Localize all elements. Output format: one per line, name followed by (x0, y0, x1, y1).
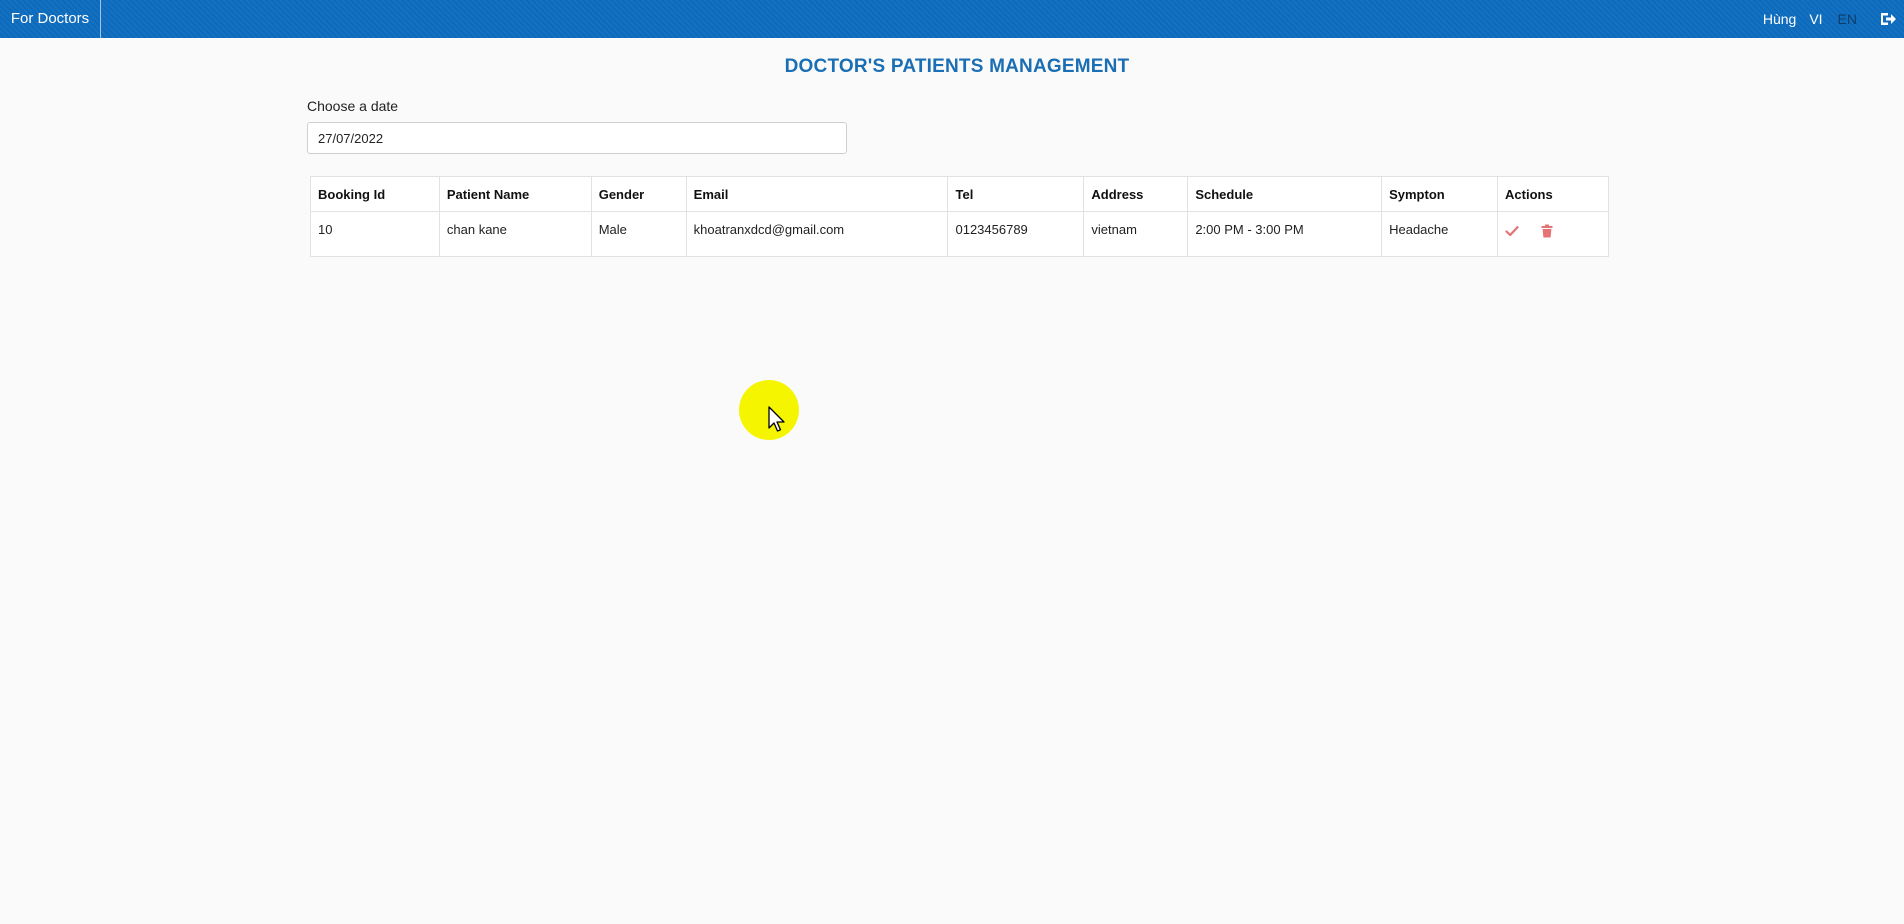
username: Hùng (1762, 11, 1797, 27)
mouse-pointer-icon (768, 406, 785, 432)
patients-table: Booking Id Patient Name Gender Email Tel… (310, 176, 1609, 257)
header-tel: Tel (947, 176, 1085, 212)
cell-email: khoatranxdcd@gmail.com (685, 211, 949, 257)
header-patient-name: Patient Name (438, 176, 592, 212)
header-address: Address (1083, 176, 1189, 212)
top-right-group: Hùng VI EN (1763, 0, 1904, 38)
cell-tel: 0123456789 (947, 211, 1085, 257)
nav-for-doctors[interactable]: For Doctors (0, 0, 101, 38)
language-vi[interactable]: VI (1809, 11, 1822, 27)
cell-actions (1497, 211, 1609, 257)
header-booking-id: Booking Id (310, 176, 440, 212)
header-sympton: Sympton (1381, 176, 1499, 212)
date-picker-input[interactable] (307, 122, 847, 154)
cell-schedule: 2:00 PM - 3:00 PM (1187, 211, 1383, 257)
cell-booking-id: 10 (310, 211, 440, 257)
sign-out-icon[interactable] (1879, 10, 1897, 28)
date-label: Choose a date (307, 98, 399, 114)
table-row: 10 chan kane Male khoatranxdcd@gmail.com… (310, 211, 1609, 257)
header-gender: Gender (590, 176, 687, 212)
cell-address: vietnam (1083, 211, 1189, 257)
language-en[interactable]: EN (1838, 11, 1857, 27)
cell-sympton: Headache (1381, 211, 1499, 257)
top-navbar: For Doctors Hùng VI EN (0, 0, 1904, 38)
delete-trash-icon[interactable] (1540, 224, 1554, 238)
cell-patient-name: chan kane (438, 211, 592, 257)
table-header-row: Booking Id Patient Name Gender Email Tel… (310, 176, 1609, 212)
header-email: Email (685, 176, 949, 212)
confirm-check-icon[interactable] (1505, 224, 1519, 238)
header-schedule: Schedule (1187, 176, 1383, 212)
page-title: DOCTOR'S PATIENTS MANAGEMENT (784, 56, 1130, 77)
header-actions: Actions (1497, 176, 1609, 212)
cell-gender: Male (590, 211, 687, 257)
